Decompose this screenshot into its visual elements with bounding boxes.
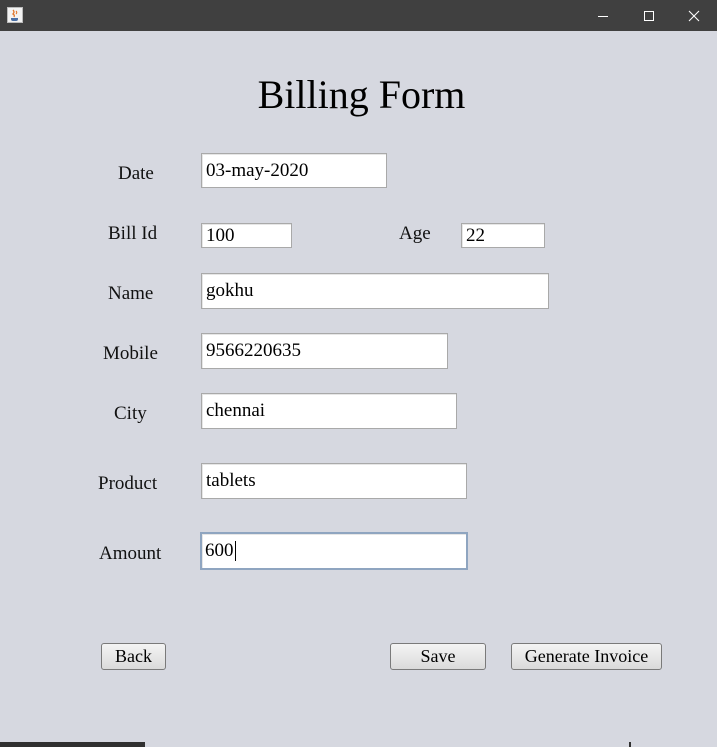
- age-label: Age: [399, 223, 431, 244]
- amount-field[interactable]: 600: [200, 532, 468, 570]
- java-icon[interactable]: [7, 7, 23, 23]
- bottom-strip: [0, 742, 717, 747]
- minimize-icon: [598, 15, 608, 17]
- name-field[interactable]: gokhu: [201, 273, 549, 309]
- generate-invoice-button[interactable]: Generate Invoice: [511, 643, 662, 670]
- bill-id-value: 100: [206, 224, 235, 246]
- date-value: 03-may-2020: [206, 159, 309, 181]
- product-label: Product: [98, 473, 158, 494]
- text-caret: [234, 541, 236, 561]
- name-label: Name: [108, 283, 154, 304]
- bill-id-field[interactable]: 100: [201, 223, 292, 248]
- product-value: tablets: [206, 470, 256, 491]
- age-value: 22: [466, 224, 485, 246]
- date-label: Date: [118, 163, 154, 184]
- product-field[interactable]: tablets: [201, 463, 467, 499]
- taskbar-segment: [0, 742, 145, 747]
- age-field[interactable]: 22: [461, 223, 545, 248]
- form-title: Billing Form: [257, 72, 466, 117]
- minimize-button[interactable]: [580, 0, 626, 31]
- taskbar-divider: [629, 742, 631, 747]
- close-icon: [688, 10, 700, 21]
- maximize-icon: [644, 10, 654, 21]
- city-field[interactable]: chennai: [201, 393, 457, 429]
- name-value: gokhu: [206, 280, 254, 301]
- close-button[interactable]: [671, 0, 717, 31]
- bill-id-label: Bill Id: [108, 223, 158, 244]
- save-button[interactable]: Save: [390, 643, 486, 670]
- amount-value: 600: [205, 540, 234, 561]
- back-button[interactable]: Back: [101, 643, 166, 670]
- date-field[interactable]: 03-may-2020: [201, 153, 387, 188]
- maximize-button[interactable]: [626, 0, 672, 31]
- mobile-field[interactable]: 9566220635: [201, 333, 448, 369]
- mobile-label: Mobile: [103, 343, 158, 364]
- city-label: City: [114, 403, 147, 424]
- mobile-value: 9566220635: [206, 340, 301, 361]
- window-titlebar: [0, 0, 717, 31]
- city-value: chennai: [206, 400, 266, 421]
- amount-label: Amount: [99, 543, 162, 564]
